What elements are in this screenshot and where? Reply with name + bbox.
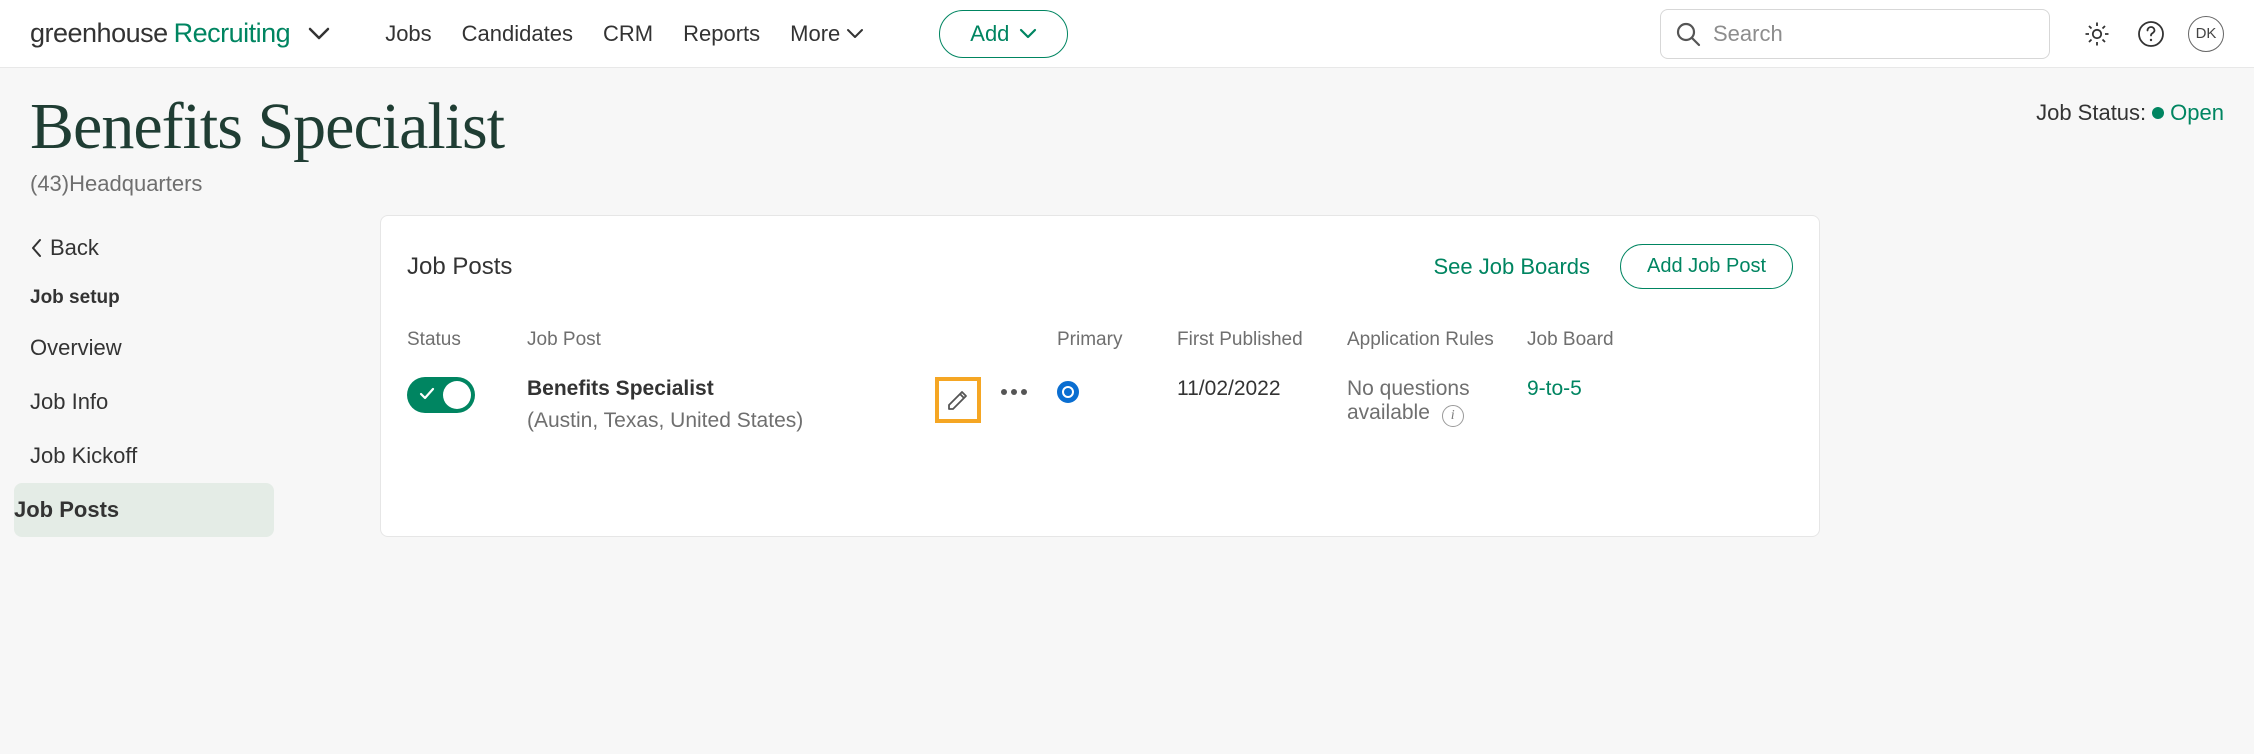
col-first-published: First Published: [1177, 329, 1347, 351]
see-job-boards-link[interactable]: See Job Boards: [1433, 254, 1590, 280]
nav-reports[interactable]: Reports: [683, 21, 760, 47]
job-post-name[interactable]: Benefits Specialist: [527, 377, 935, 401]
top-right-icons: DK: [2080, 16, 2224, 52]
toggle-knob: [443, 381, 471, 409]
primary-nav: Jobs Candidates CRM Reports More: [385, 21, 864, 47]
top-nav: greenhouse Recruiting Jobs Candidates CR…: [0, 0, 2254, 68]
see-job-boards-label: See Job Boards: [1433, 254, 1590, 279]
cell-job-board[interactable]: 9-to-5: [1527, 377, 1687, 401]
job-status-value: Open: [2170, 100, 2224, 126]
page-location: Headquarters: [69, 171, 202, 196]
table-header: Status Job Post Primary First Published …: [407, 329, 1793, 351]
cell-first-published: 11/02/2022: [1177, 377, 1347, 401]
col-primary: Primary: [1057, 329, 1177, 351]
table-row: Benefits Specialist (Austin, Texas, Unit…: [407, 377, 1793, 433]
cell-primary: [1057, 377, 1177, 403]
nav-crm-label: CRM: [603, 21, 653, 47]
sidebar-item-label: Job Posts: [14, 497, 119, 523]
cell-job-post: Benefits Specialist (Austin, Texas, Unit…: [527, 377, 1057, 433]
search-icon: [1675, 21, 1701, 47]
back-label: Back: [50, 235, 99, 261]
nav-reports-label: Reports: [683, 21, 760, 47]
job-posts-table: Status Job Post Primary First Published …: [407, 329, 1793, 433]
col-job-board: Job Board: [1527, 329, 1687, 351]
col-status: Status: [407, 329, 527, 351]
brand-part1: greenhouse: [30, 18, 168, 49]
more-actions-button[interactable]: [1001, 389, 1027, 395]
avatar-initials: DK: [2196, 25, 2217, 42]
help-icon[interactable]: [2134, 17, 2168, 51]
nav-jobs[interactable]: Jobs: [385, 21, 431, 47]
nav-candidates-label: Candidates: [462, 21, 573, 47]
add-button-label: Add: [970, 21, 1009, 47]
job-status: Job Status: Open: [2036, 92, 2224, 126]
primary-radio[interactable]: [1057, 381, 1079, 403]
nav-more[interactable]: More: [790, 21, 864, 47]
job-posts-panel: Job Posts See Job Boards Add Job Post St…: [380, 215, 1820, 537]
sidebar-item-label: Job Info: [30, 389, 108, 415]
cell-application-rules: No questions available i: [1347, 377, 1527, 427]
rules-line1: No questions: [1347, 377, 1527, 401]
sidebar-heading: Job setup: [30, 275, 300, 321]
info-icon[interactable]: i: [1442, 405, 1464, 427]
status-dot-icon: [2152, 107, 2164, 119]
col-application-rules: Application Rules: [1347, 329, 1527, 351]
chevron-left-icon: [30, 238, 42, 258]
chevron-down-icon[interactable]: [308, 27, 330, 41]
panel-title: Job Posts: [407, 253, 512, 281]
sidebar-item-job-posts[interactable]: Job Posts: [14, 483, 274, 537]
nav-crm[interactable]: CRM: [603, 21, 653, 47]
chevron-down-icon: [1019, 28, 1037, 40]
edit-job-post-button[interactable]: [935, 377, 981, 423]
page-title-block: Benefits Specialist (43)Headquarters: [30, 92, 504, 197]
nav-more-label: More: [790, 21, 840, 47]
back-link[interactable]: Back: [30, 221, 300, 275]
page-req-count: (43): [30, 171, 69, 196]
add-job-post-label: Add Job Post: [1647, 255, 1766, 277]
sidebar-item-job-info[interactable]: Job Info: [30, 375, 300, 429]
page-subtitle: (43)Headquarters: [30, 171, 504, 197]
sidebar-item-label: Job Kickoff: [30, 443, 137, 469]
job-status-label: Job Status:: [2036, 100, 2146, 126]
gear-icon[interactable]: [2080, 17, 2114, 51]
page-header: Benefits Specialist (43)Headquarters Job…: [0, 68, 2254, 215]
search-input[interactable]: [1713, 21, 2035, 47]
add-job-post-button[interactable]: Add Job Post: [1620, 244, 1793, 289]
sidebar-item-job-kickoff[interactable]: Job Kickoff: [30, 429, 300, 483]
status-toggle[interactable]: [407, 377, 475, 413]
sidebar-item-label: Overview: [30, 335, 122, 361]
job-post-location: (Austin, Texas, United States): [527, 409, 935, 433]
rules-line2: available: [1347, 401, 1430, 424]
nav-candidates[interactable]: Candidates: [462, 21, 573, 47]
nav-jobs-label: Jobs: [385, 21, 431, 47]
job-board-name: 9-to-5: [1527, 377, 1582, 400]
cell-status: [407, 377, 527, 413]
avatar[interactable]: DK: [2188, 16, 2224, 52]
sidebar: Back Job setup Overview Job Info Job Kic…: [0, 215, 300, 537]
brand-part2: Recruiting: [174, 18, 291, 49]
page-title: Benefits Specialist: [30, 92, 504, 161]
check-icon: [419, 386, 435, 402]
add-button[interactable]: Add: [939, 10, 1068, 58]
sidebar-item-overview[interactable]: Overview: [30, 321, 300, 375]
pencil-icon: [945, 387, 971, 413]
panel-header: Job Posts See Job Boards Add Job Post: [407, 244, 1793, 289]
col-job-post: Job Post: [527, 329, 1057, 351]
brand-logo[interactable]: greenhouse Recruiting: [30, 18, 330, 49]
chevron-down-icon: [846, 28, 864, 40]
search-box[interactable]: [1660, 9, 2050, 59]
